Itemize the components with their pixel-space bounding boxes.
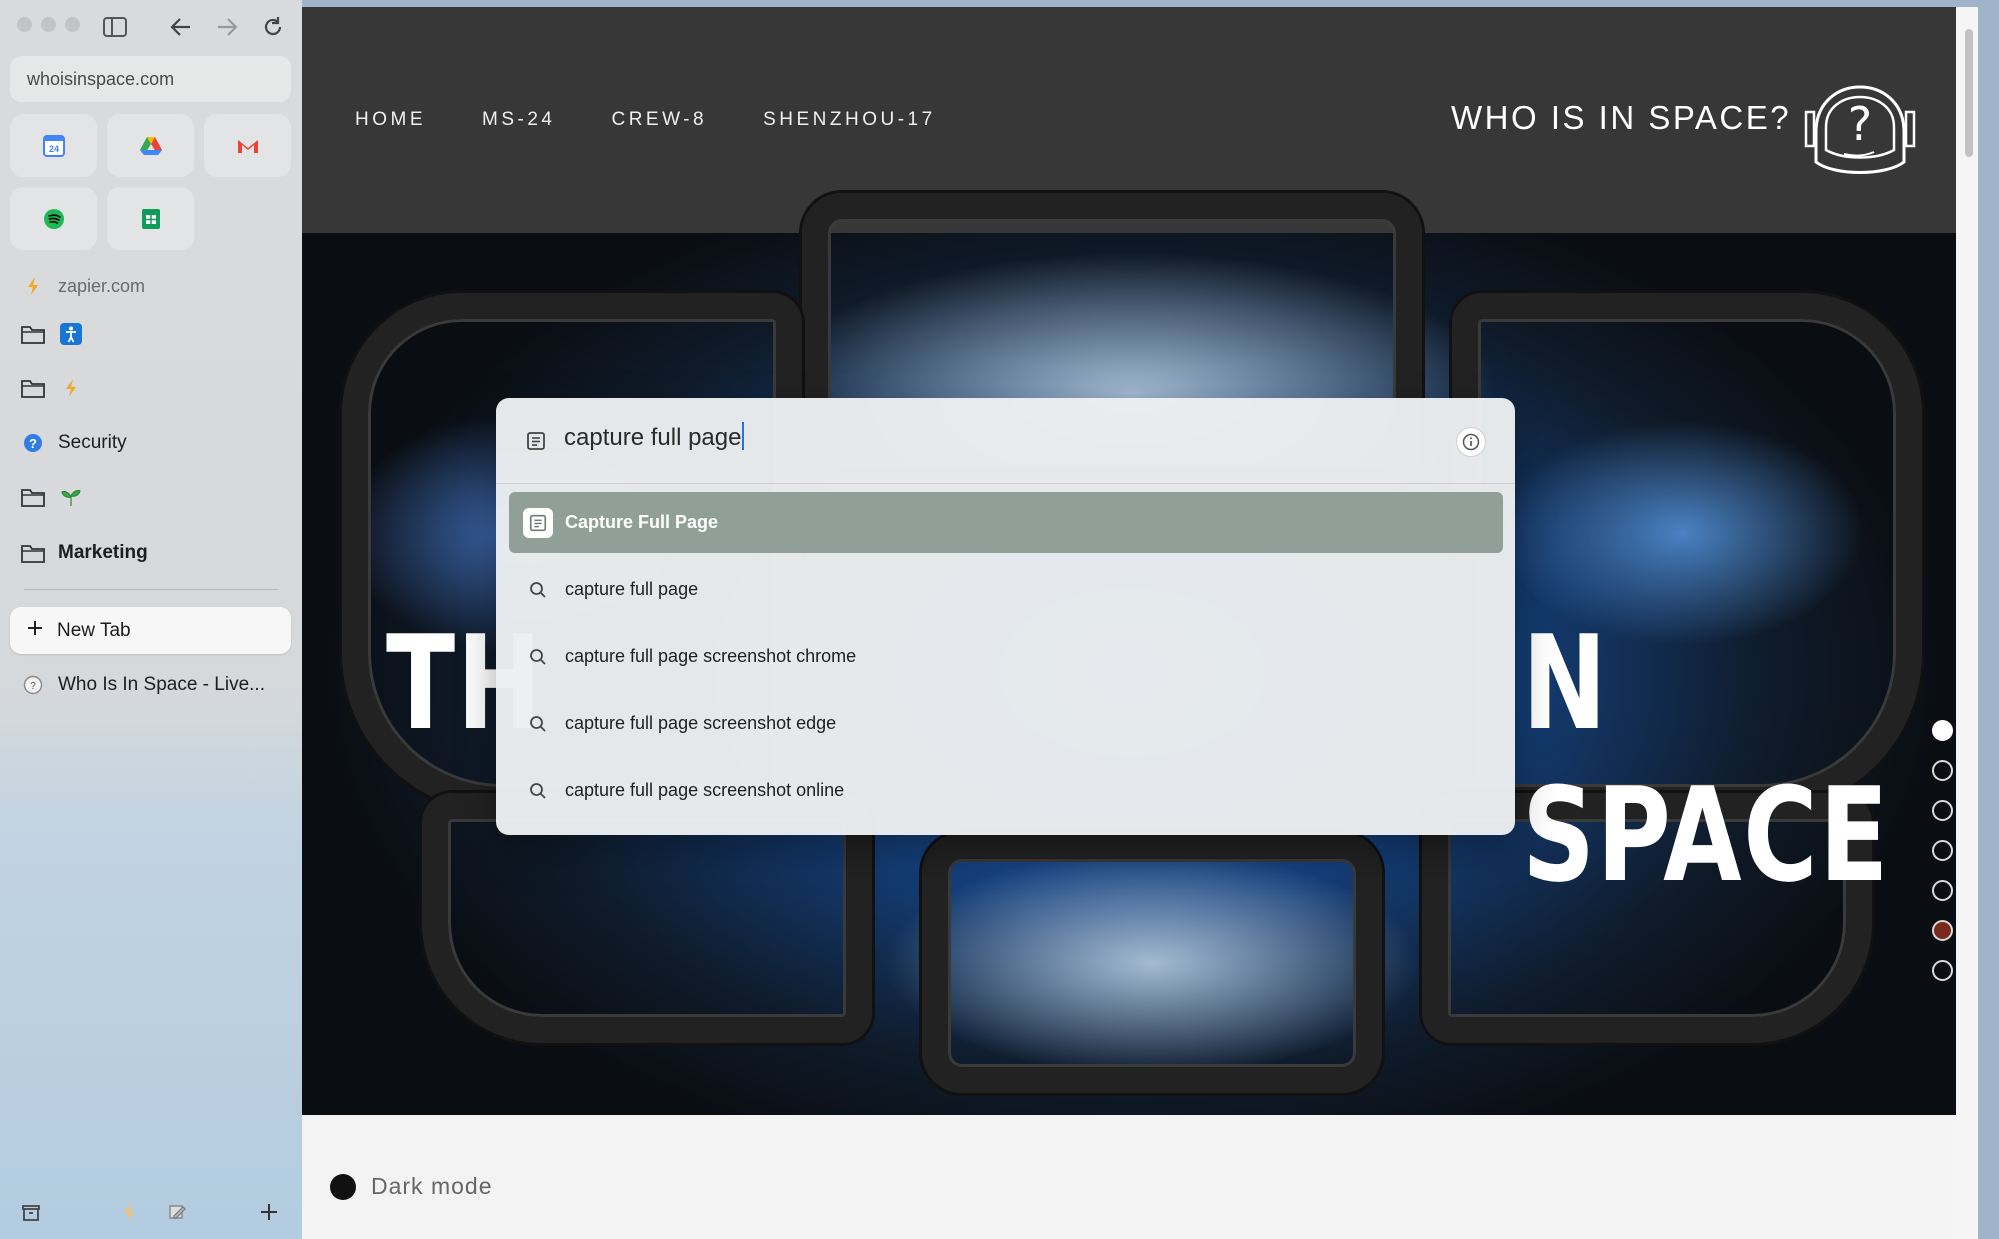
site-nav: HOME MS-24 CREW-8 SHENZHOU-17 [355, 109, 992, 131]
result-capture-full-page-command[interactable]: Capture Full Page [509, 492, 1503, 553]
favorite-spotify[interactable] [10, 187, 97, 250]
sidebar-item-label: zapier.com [58, 275, 146, 296]
tab-title: Who Is In Space - Live... [58, 674, 265, 695]
slider-dot-6[interactable] [1932, 920, 1953, 941]
forward-arrow-icon[interactable] [212, 12, 242, 42]
browser-sidebar: whoisinspace.com 24 zapier.com ? Securit… [0, 0, 302, 1239]
sidebar-item-security[interactable]: ? Security [20, 430, 127, 456]
result-search-suggestion[interactable]: capture full page screenshot chrome [509, 626, 1503, 687]
new-tab-button[interactable]: New Tab [10, 607, 291, 654]
search-icon [523, 642, 553, 672]
command-search-input[interactable]: capture full page [564, 422, 745, 452]
dark-mode-circle-icon [330, 1173, 356, 1200]
result-search-suggestion[interactable]: capture full page screenshot edge [509, 693, 1503, 754]
zoom-window-button[interactable] [65, 17, 80, 32]
nav-ms-24[interactable]: MS-24 [482, 109, 555, 131]
slider-dot-2[interactable] [1932, 760, 1953, 781]
result-label: capture full page screenshot chrome [565, 646, 857, 666]
sidebar-item-label: Marketing [58, 542, 148, 563]
folder-icon [20, 375, 46, 401]
nav-home[interactable]: HOME [355, 109, 426, 131]
result-search-suggestion[interactable]: capture full page [509, 559, 1503, 620]
command-palette: capture full page Capture Full Page capt… [496, 398, 1515, 835]
dark-mode-label: Dark mode [371, 1173, 493, 1199]
new-tab-label: New Tab [57, 619, 131, 641]
astronaut-helmet-logo-icon[interactable]: ? [1796, 52, 1924, 182]
reload-icon[interactable] [258, 12, 288, 42]
svg-text:?: ? [1848, 97, 1872, 151]
capture-page-icon [523, 507, 553, 538]
command-query-text: capture full page [564, 424, 742, 451]
spotify-icon [43, 208, 64, 229]
google-sheets-icon [141, 208, 160, 229]
accessibility-app-icon [58, 321, 84, 347]
sidebar-bottom-bar [18, 1199, 288, 1229]
note-icon[interactable] [164, 1199, 190, 1225]
favorite-google-drive[interactable] [107, 114, 194, 177]
slider-dot-7[interactable] [1932, 960, 1953, 981]
folder-icon [20, 484, 46, 510]
slider-dot-3[interactable] [1932, 800, 1953, 821]
folder-icon [20, 540, 46, 566]
favorite-google-calendar[interactable]: 24 [10, 114, 97, 177]
plus-icon [27, 620, 43, 642]
sidebar-item-marketing[interactable]: Marketing [20, 540, 148, 566]
info-icon[interactable] [1456, 427, 1486, 457]
open-tab-whoisinspace[interactable]: ? Who Is In Space - Live... [20, 672, 265, 698]
command-input-row: capture full page [496, 398, 1515, 484]
close-window-button[interactable] [17, 17, 32, 32]
sidebar-folder-2[interactable] [20, 375, 84, 401]
gmail-icon [237, 139, 258, 153]
dark-mode-toggle[interactable]: Dark mode [330, 1173, 492, 1200]
result-label: capture full page screenshot online [565, 780, 845, 800]
search-icon [523, 776, 553, 806]
back-arrow-icon[interactable] [166, 12, 196, 42]
result-label: capture full page screenshot edge [565, 713, 837, 733]
site-brand[interactable]: WHO IS IN SPACE? [1451, 99, 1791, 137]
result-label: capture full page [565, 579, 699, 599]
favorite-gmail[interactable] [204, 114, 291, 177]
nav-shenzhou-17[interactable]: SHENZHOU-17 [763, 109, 936, 131]
cupola-window-frame [922, 833, 1382, 1093]
sidebar-item-label: Security [58, 432, 127, 453]
svg-text:?: ? [29, 436, 37, 451]
sidebar-toggle-icon[interactable] [100, 12, 130, 42]
add-icon[interactable] [256, 1199, 282, 1225]
minimize-window-button[interactable] [41, 17, 56, 32]
search-icon [523, 575, 553, 605]
question-circle-icon: ? [20, 430, 46, 456]
svg-text:?: ? [30, 681, 36, 692]
svg-text:24: 24 [48, 144, 58, 154]
slider-dot-4[interactable] [1932, 840, 1953, 861]
hero-title-right: N SPACE [1522, 607, 1891, 911]
capture-page-icon [527, 432, 545, 450]
zapier-bolt-icon[interactable] [116, 1199, 142, 1225]
page-scrollbar[interactable] [1956, 7, 1978, 1239]
zapier-bolt-icon [58, 375, 84, 401]
archive-icon[interactable] [18, 1199, 44, 1225]
sidebar-folder-3[interactable] [20, 484, 84, 510]
sidebar-divider [24, 589, 278, 590]
result-search-suggestion[interactable]: capture full page screenshot online [509, 760, 1503, 821]
sprout-icon [58, 484, 84, 510]
search-icon [523, 709, 553, 739]
google-calendar-icon: 24 [42, 134, 65, 157]
sidebar-folder-1[interactable] [20, 321, 84, 347]
scrollbar-thumb[interactable] [1965, 29, 1973, 157]
slider-dot-5[interactable] [1932, 880, 1953, 901]
nav-crew-8[interactable]: CREW-8 [611, 109, 707, 131]
zapier-bolt-icon [20, 273, 46, 299]
sidebar-item-zapier[interactable]: zapier.com [20, 273, 145, 299]
folder-icon [20, 321, 46, 347]
favorite-google-sheets[interactable] [107, 187, 194, 250]
slider-dot-1[interactable] [1932, 720, 1953, 741]
window-controls [17, 17, 80, 32]
url-bar[interactable]: whoisinspace.com [10, 56, 291, 102]
result-label: Capture Full Page [565, 512, 719, 532]
google-drive-icon [139, 136, 162, 155]
text-caret [742, 422, 745, 450]
site-favicon-icon: ? [20, 672, 46, 698]
